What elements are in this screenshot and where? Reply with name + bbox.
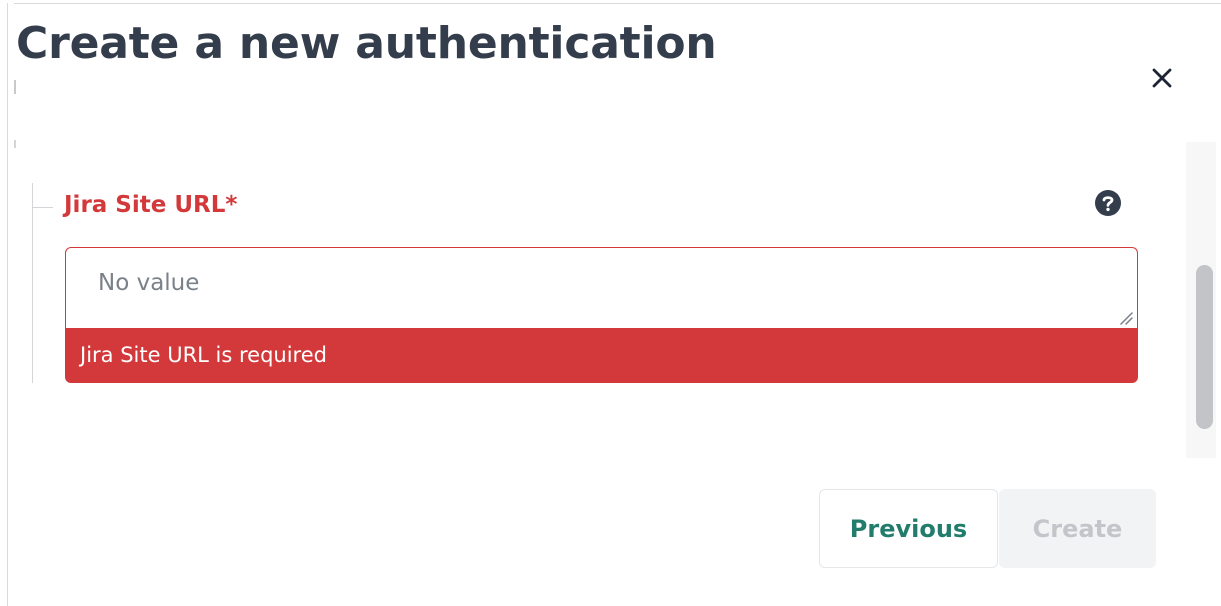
tree-guide-tick — [33, 207, 53, 208]
frame-mark — [14, 80, 16, 94]
close-button[interactable] — [1144, 60, 1180, 96]
frame-mark — [14, 140, 16, 148]
help-button[interactable] — [1094, 189, 1122, 217]
field-error-message: Jira Site URL is required — [65, 328, 1138, 383]
scrollbar-thumb[interactable] — [1196, 265, 1213, 429]
dialog-title: Create a new authentication — [16, 18, 717, 69]
jira-site-url-label: Jira Site URL* — [64, 192, 238, 218]
close-icon — [1152, 68, 1172, 88]
resize-handle-icon[interactable] — [1119, 311, 1133, 325]
dialog-frame-top — [14, 3, 1221, 4]
input-placeholder: No value — [98, 270, 200, 296]
tree-guide-line — [32, 183, 33, 383]
previous-button[interactable]: Previous — [819, 489, 998, 568]
create-button[interactable]: Create — [999, 489, 1156, 568]
dialog-frame-left — [7, 3, 8, 606]
jira-site-url-input[interactable]: No value — [65, 247, 1138, 329]
question-circle-icon — [1095, 190, 1121, 216]
